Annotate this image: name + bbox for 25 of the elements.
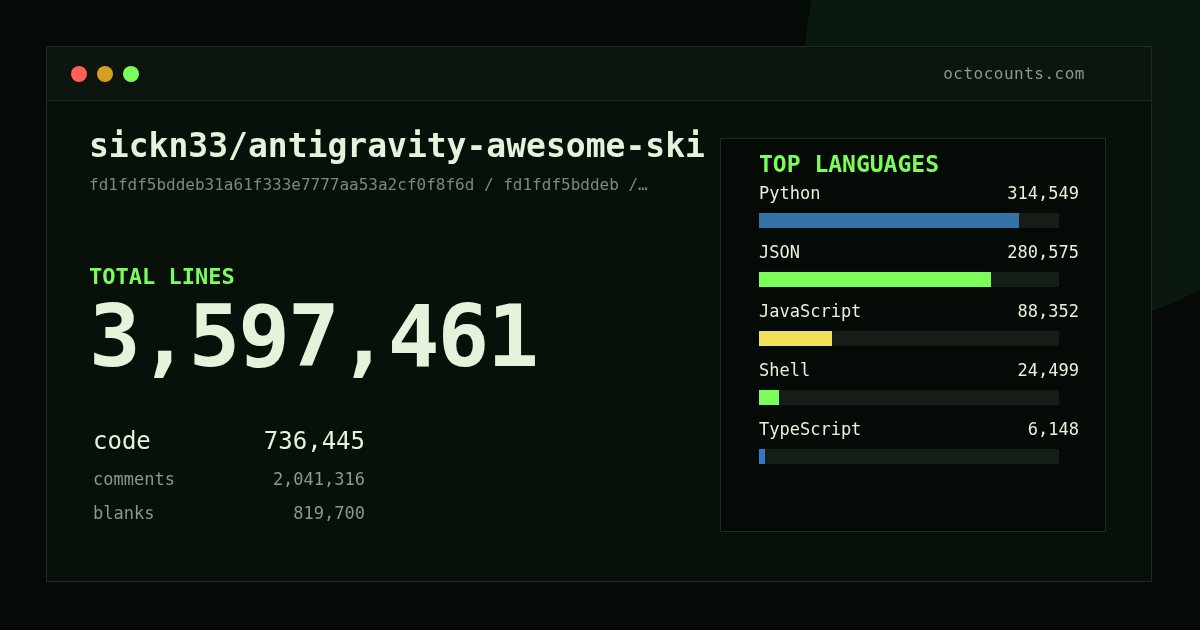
language-name: TypeScript [759,419,862,439]
window-control-icon[interactable] [71,65,87,82]
stat-value: 819,700 [292,503,365,523]
language-count: 6,148 [1027,419,1079,439]
language-name: Python [759,183,821,203]
total-value: 3,597,461 [89,293,538,379]
stat-value: 2,041,316 [271,469,365,489]
panel-title: TOP LANGUAGES [759,151,940,177]
language-count: 280,575 [1007,242,1079,262]
stat-label: comments [93,469,176,489]
commit-path: fd1fdf5bddeb31a61f333e7777aa53a2cf0f8f6d / fd1fdf5bddeb /… [89,175,649,194]
repo-name: sickn33/antigravity-awesome-ski [89,125,706,167]
window-control-icon[interactable] [97,65,113,82]
language-name: JSON [759,242,800,262]
language-count: 24,499 [1017,360,1079,380]
stat-label: blanks [93,503,156,523]
language-name: Shell [759,360,811,380]
window-control-icon[interactable] [123,65,139,82]
site-url: octocounts.com [943,64,1085,83]
total-label: TOTAL LINES [89,264,236,289]
language-count: 314,549 [1007,183,1079,203]
stat-label: code [93,427,152,455]
language-count: 88,352 [1017,301,1079,321]
language-name: JavaScript [759,301,862,321]
stat-value: 736,445 [262,427,365,455]
